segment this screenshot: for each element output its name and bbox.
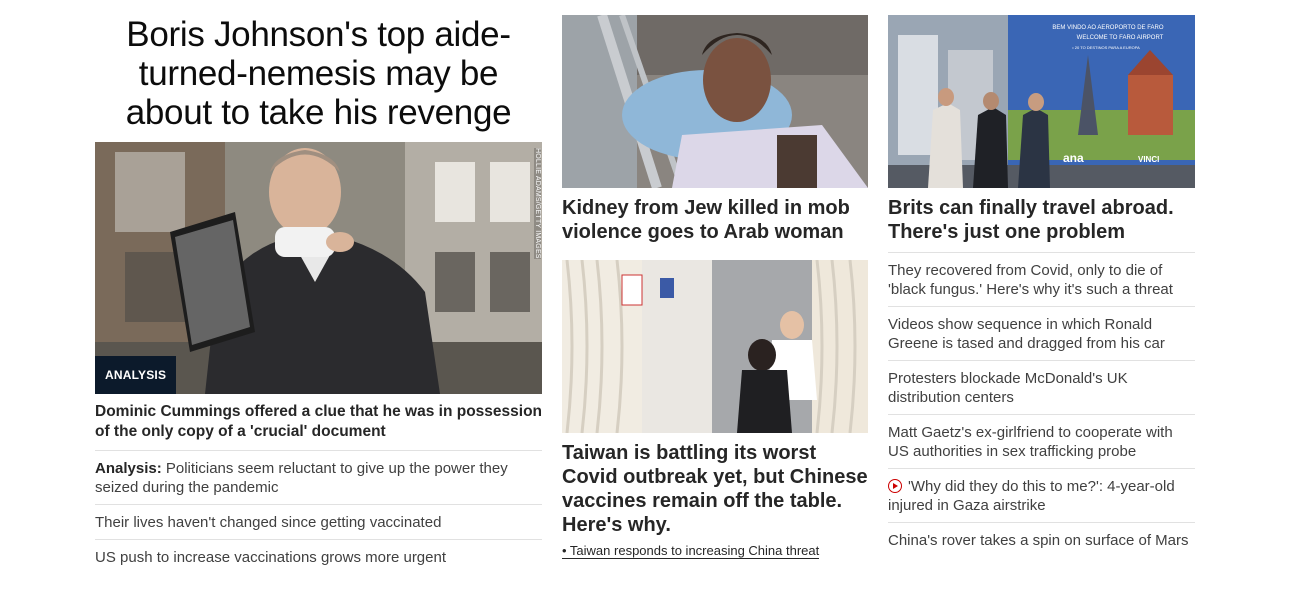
lead-image[interactable]: HOLLIE ADAMS/GETTY IMAGES ANALYSIS <box>95 142 542 394</box>
related-prefix: Analysis: <box>95 460 162 477</box>
taiwan-related-link[interactable]: • Taiwan responds to increasing China th… <box>562 543 820 559</box>
headline-gaetz[interactable]: Matt Gaetz's ex-girlfriend to cooperate … <box>888 415 1195 469</box>
related-text: US push to increase vaccinations grows m… <box>95 549 447 566</box>
travel-story-image[interactable]: BEM VINDO AO AEROPORTO DE FARO WELCOME T… <box>888 15 1195 188</box>
related-text: Their lives haven't changed since gettin… <box>95 514 442 531</box>
related-item-politicians[interactable]: Analysis: Politicians seem reluctant to … <box>95 451 542 505</box>
headline-ronald-greene[interactable]: Videos show sequence in which Ronald Gre… <box>888 307 1195 361</box>
lead-related-list: Analysis: Politicians seem reluctant to … <box>95 451 542 574</box>
airport-photo: BEM VINDO AO AEROPORTO DE FARO WELCOME T… <box>888 15 1195 188</box>
related-item-vaccinations[interactable]: US push to increase vaccinations grows m… <box>95 540 542 574</box>
headline-gaza-video[interactable]: 'Why did they do this to me?': 4-year-ol… <box>888 469 1195 523</box>
headlines-list: They recovered from Covid, only to die o… <box>888 253 1195 557</box>
headline-black-fungus[interactable]: They recovered from Covid, only to die o… <box>888 253 1195 307</box>
lead-column: Boris Johnson's top aide-turned-nemesis … <box>95 0 542 574</box>
sign-welcome-en: WELCOME TO FARO AIRPORT <box>1077 35 1164 41</box>
middle-column: Kidney from Jew killed in mob violence g… <box>562 0 868 560</box>
taiwan-story-headline[interactable]: Taiwan is battling its worst Covid outbr… <box>562 441 868 537</box>
vaccination-photo <box>562 260 868 433</box>
kidney-story-image[interactable] <box>562 15 868 188</box>
right-column: BEM VINDO AO AEROPORTO DE FARO WELCOME T… <box>888 0 1195 557</box>
kidney-story-headline[interactable]: Kidney from Jew killed in mob violence g… <box>562 196 868 244</box>
related-item-vaccinated[interactable]: Their lives haven't changed since gettin… <box>95 505 542 540</box>
headline-mcdonalds[interactable]: Protesters blockade McDonald's UK distri… <box>888 361 1195 415</box>
hospital-photo <box>562 15 868 188</box>
travel-story-headline[interactable]: Brits can finally travel abroad. There's… <box>888 196 1195 253</box>
sign-destinations: • 20 TO DESTINOS PARA A EUROPA <box>1072 45 1140 50</box>
headline-text: 'Why did they do this to me?': 4-year-ol… <box>888 478 1175 514</box>
sign-brand-logo: ana <box>1063 151 1084 165</box>
sign-vinci-logo: VINCI <box>1138 155 1159 164</box>
video-play-icon <box>888 479 902 493</box>
lead-subheadline[interactable]: Dominic Cummings offered a clue that he … <box>95 402 542 451</box>
photo-credit: HOLLIE ADAMS/GETTY IMAGES <box>534 148 541 259</box>
analysis-badge: ANALYSIS <box>95 356 177 394</box>
lead-headline[interactable]: Boris Johnson's top aide-turned-nemesis … <box>95 15 542 132</box>
sign-welcome-pt: BEM VINDO AO AEROPORTO DE FARO <box>1052 25 1163 31</box>
headline-mars-rover[interactable]: China's rover takes a spin on surface of… <box>888 523 1195 557</box>
taiwan-story-image[interactable] <box>562 260 868 433</box>
